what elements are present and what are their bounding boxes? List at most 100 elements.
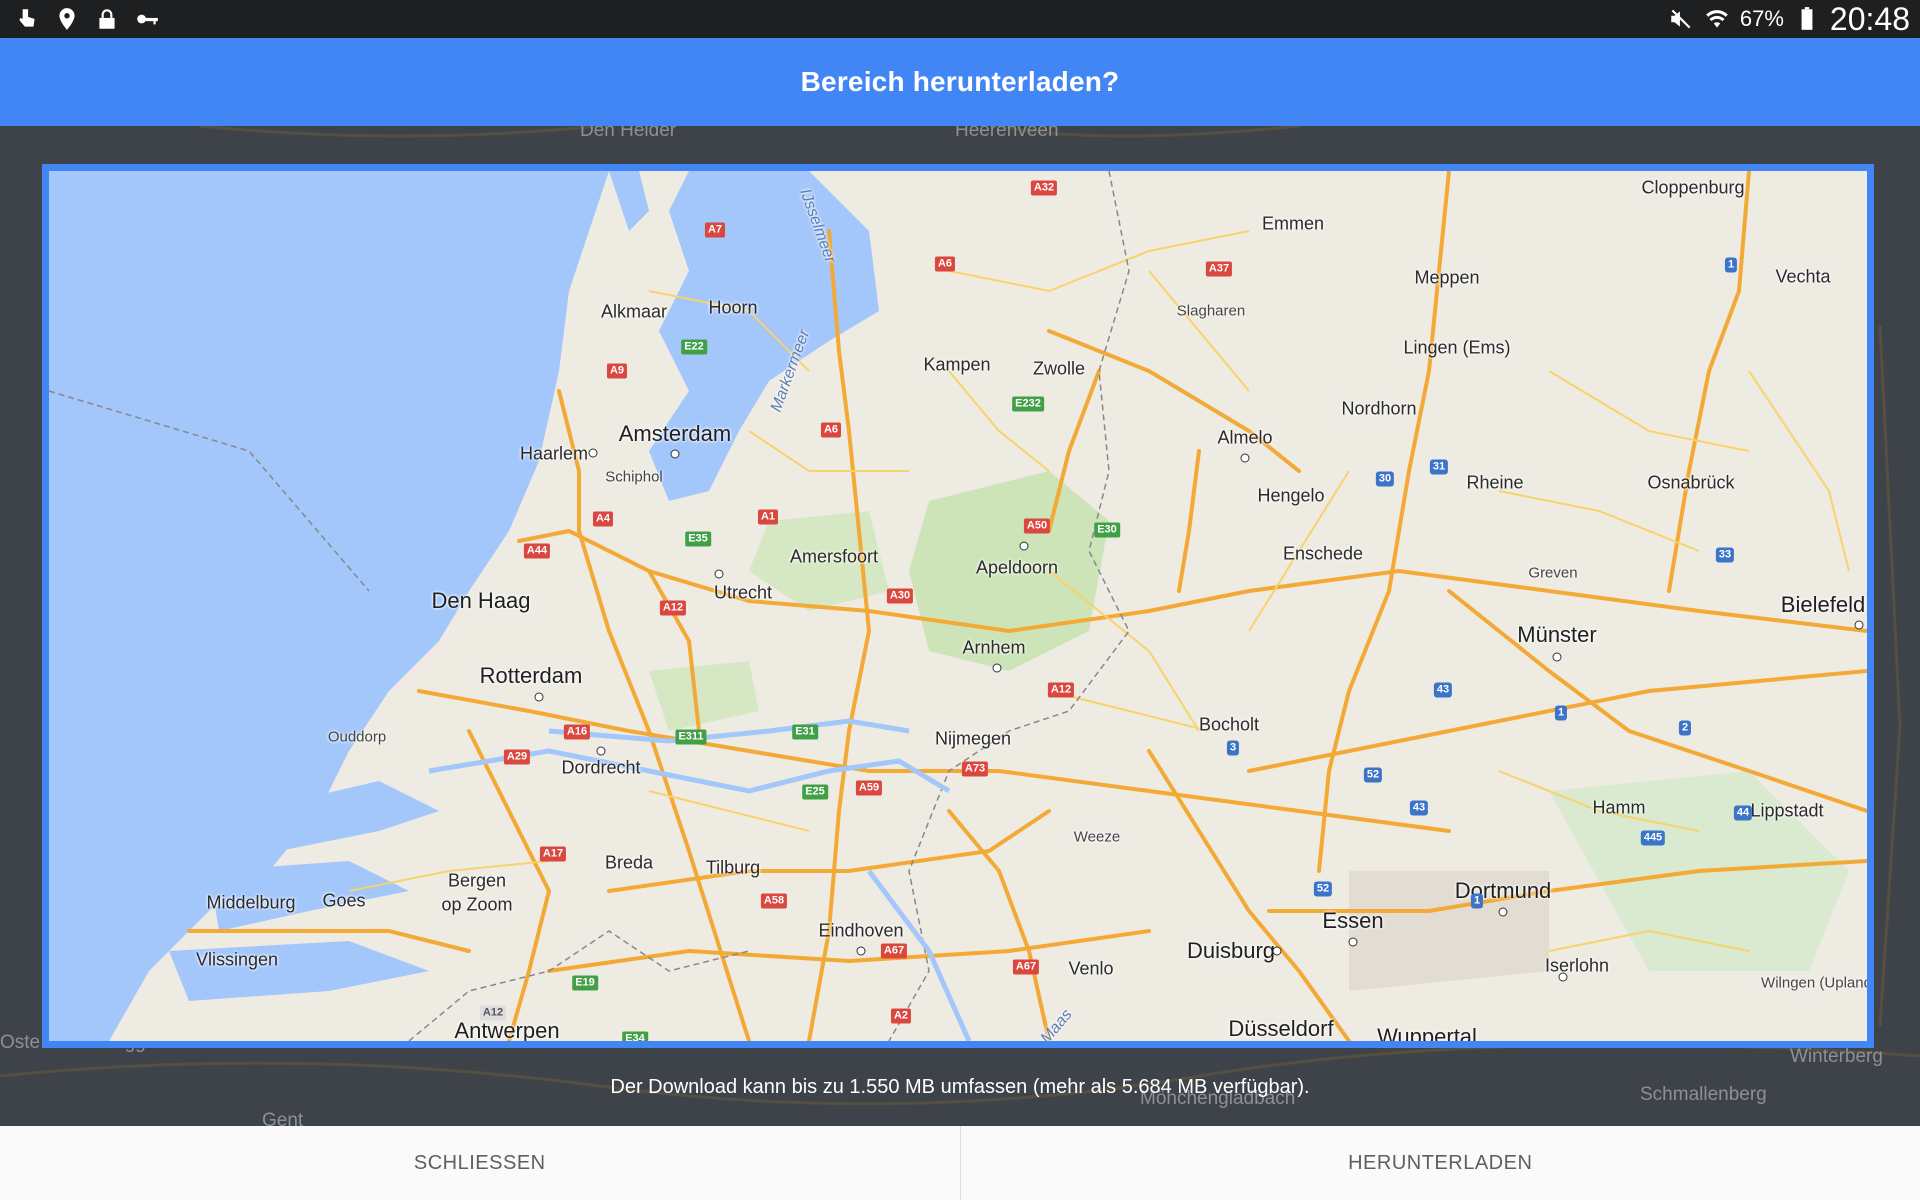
city-label: Ouddorp	[327, 728, 387, 746]
road-shield: 33	[1715, 547, 1735, 563]
city-label: Antwerpen	[454, 1018, 560, 1043]
location-pin-icon	[59, 8, 75, 30]
outer-label: Den Helder	[580, 126, 677, 141]
city-label: Wilngen (Upland)	[1761, 974, 1874, 992]
touch-icon	[19, 9, 35, 27]
city-label: Weeze	[1073, 828, 1121, 846]
city-label: Dordrecht	[561, 757, 641, 778]
road-shield: A4	[592, 511, 614, 527]
road-shield: A12	[479, 1005, 507, 1021]
city-dot	[856, 946, 866, 956]
city-label: Alkmaar	[600, 301, 668, 322]
battery-percent: 67%	[1739, 6, 1784, 31]
road-shield: A59	[855, 780, 883, 796]
road-shield: 2	[1678, 720, 1692, 736]
city-dot	[1498, 907, 1508, 917]
road-shield: A12	[1047, 682, 1075, 698]
city-label: Lippstadt	[1750, 800, 1824, 821]
city-label: Rotterdam	[479, 663, 583, 688]
close-button[interactable]: SCHLIESSEN	[0, 1126, 960, 1200]
road-shield: A50	[1023, 518, 1051, 534]
city-label: Greven	[1528, 564, 1578, 582]
city-label: Bielefeld	[1780, 592, 1866, 617]
city-dot	[1272, 946, 1282, 956]
city-label: Duisburg	[1186, 938, 1276, 963]
road-shield: A16	[563, 724, 591, 740]
road-shield: E31	[792, 724, 818, 740]
city-dot	[1558, 972, 1568, 982]
road-shield: A30	[886, 588, 914, 604]
city-label: Bocholt	[1198, 714, 1260, 735]
city-label: op Zoom	[441, 894, 513, 915]
city-label: Haarlem	[519, 443, 589, 464]
city-dot	[1240, 453, 1250, 463]
city-dot	[1348, 937, 1358, 947]
clock: 20:48	[1829, 0, 1910, 37]
city-label: Hoorn	[708, 297, 758, 318]
city-label: Bergen	[447, 870, 507, 891]
city-label: Tilburg	[705, 857, 761, 878]
road-shield: 43	[1433, 682, 1453, 698]
road-shield: A37	[1205, 261, 1233, 277]
road-shield: A32	[1030, 180, 1058, 196]
road-shield: 31	[1429, 459, 1449, 475]
road-shield: A6	[934, 256, 956, 272]
road-shield: A67	[880, 943, 908, 959]
road-shield: E25	[802, 784, 828, 800]
lock-icon	[99, 9, 115, 29]
road-shield: 44	[1733, 805, 1753, 821]
city-label: Vlissingen	[195, 949, 279, 970]
city-dot	[1019, 541, 1029, 551]
road-shield: A12	[659, 600, 687, 616]
road-shield: E311	[675, 729, 707, 745]
road-shield: 1	[1724, 257, 1738, 273]
city-label: Amsterdam	[618, 421, 732, 446]
city-dot	[596, 746, 606, 756]
city-label: Hengelo	[1257, 485, 1325, 506]
road-shield: E34	[622, 1031, 648, 1041]
city-label: Essen	[1322, 908, 1384, 933]
road-shield: A29	[503, 749, 531, 765]
city-dot	[992, 663, 1002, 673]
city-label: Rheine	[1466, 472, 1524, 493]
city-label: Cloppenburg	[1641, 177, 1745, 198]
city-label: Hamm	[1592, 797, 1646, 818]
road-shield: 445	[1640, 830, 1666, 846]
outer-label: Heerenveen	[955, 126, 1059, 141]
road-shield: A1	[757, 509, 779, 525]
road-shield: A58	[760, 893, 788, 909]
city-label: Slagharen	[1176, 302, 1246, 320]
city-label: Düsseldorf	[1228, 1016, 1334, 1041]
road-shield: A6	[820, 422, 842, 438]
road-shield: A7	[704, 222, 726, 238]
road-shield: 1	[1554, 705, 1568, 721]
city-dot	[1552, 652, 1562, 662]
city-label: Apeldoorn	[975, 557, 1059, 578]
city-label: Utrecht	[713, 582, 773, 603]
city-label: Lingen (Ems)	[1403, 337, 1511, 358]
header-title: Bereich herunterladen?	[800, 66, 1120, 97]
road-shield: A67	[1012, 959, 1040, 975]
wifi-icon	[1706, 10, 1728, 28]
city-label: Iserlohn	[1544, 955, 1610, 976]
city-label: Enschede	[1282, 543, 1364, 564]
road-shield: E30	[1094, 522, 1120, 538]
city-label: Meppen	[1414, 267, 1480, 288]
road-shield: 1	[1470, 893, 1484, 909]
city-label: Zwolle	[1032, 358, 1086, 379]
city-label: Nordhorn	[1341, 398, 1417, 419]
city-dot	[588, 448, 598, 458]
download-area-frame[interactable]: Amsterdam Haarlem Schiphol Alkmaar Hoorn…	[42, 164, 1874, 1048]
download-button[interactable]: HERUNTERLADEN	[961, 1126, 1920, 1200]
outer-label: Winterberg	[1790, 1046, 1883, 1067]
city-dot	[714, 569, 724, 579]
road-shield: E232	[1012, 396, 1044, 412]
status-left-icons	[14, 6, 160, 32]
city-label: Eindhoven	[818, 920, 904, 941]
road-shield: 52	[1313, 881, 1333, 897]
city-label: Venlo	[1068, 958, 1114, 979]
city-label: Vechta	[1775, 266, 1831, 287]
outer-label: Gent	[262, 1110, 304, 1126]
city-dot	[670, 449, 680, 459]
road-shield: A17	[539, 846, 567, 862]
